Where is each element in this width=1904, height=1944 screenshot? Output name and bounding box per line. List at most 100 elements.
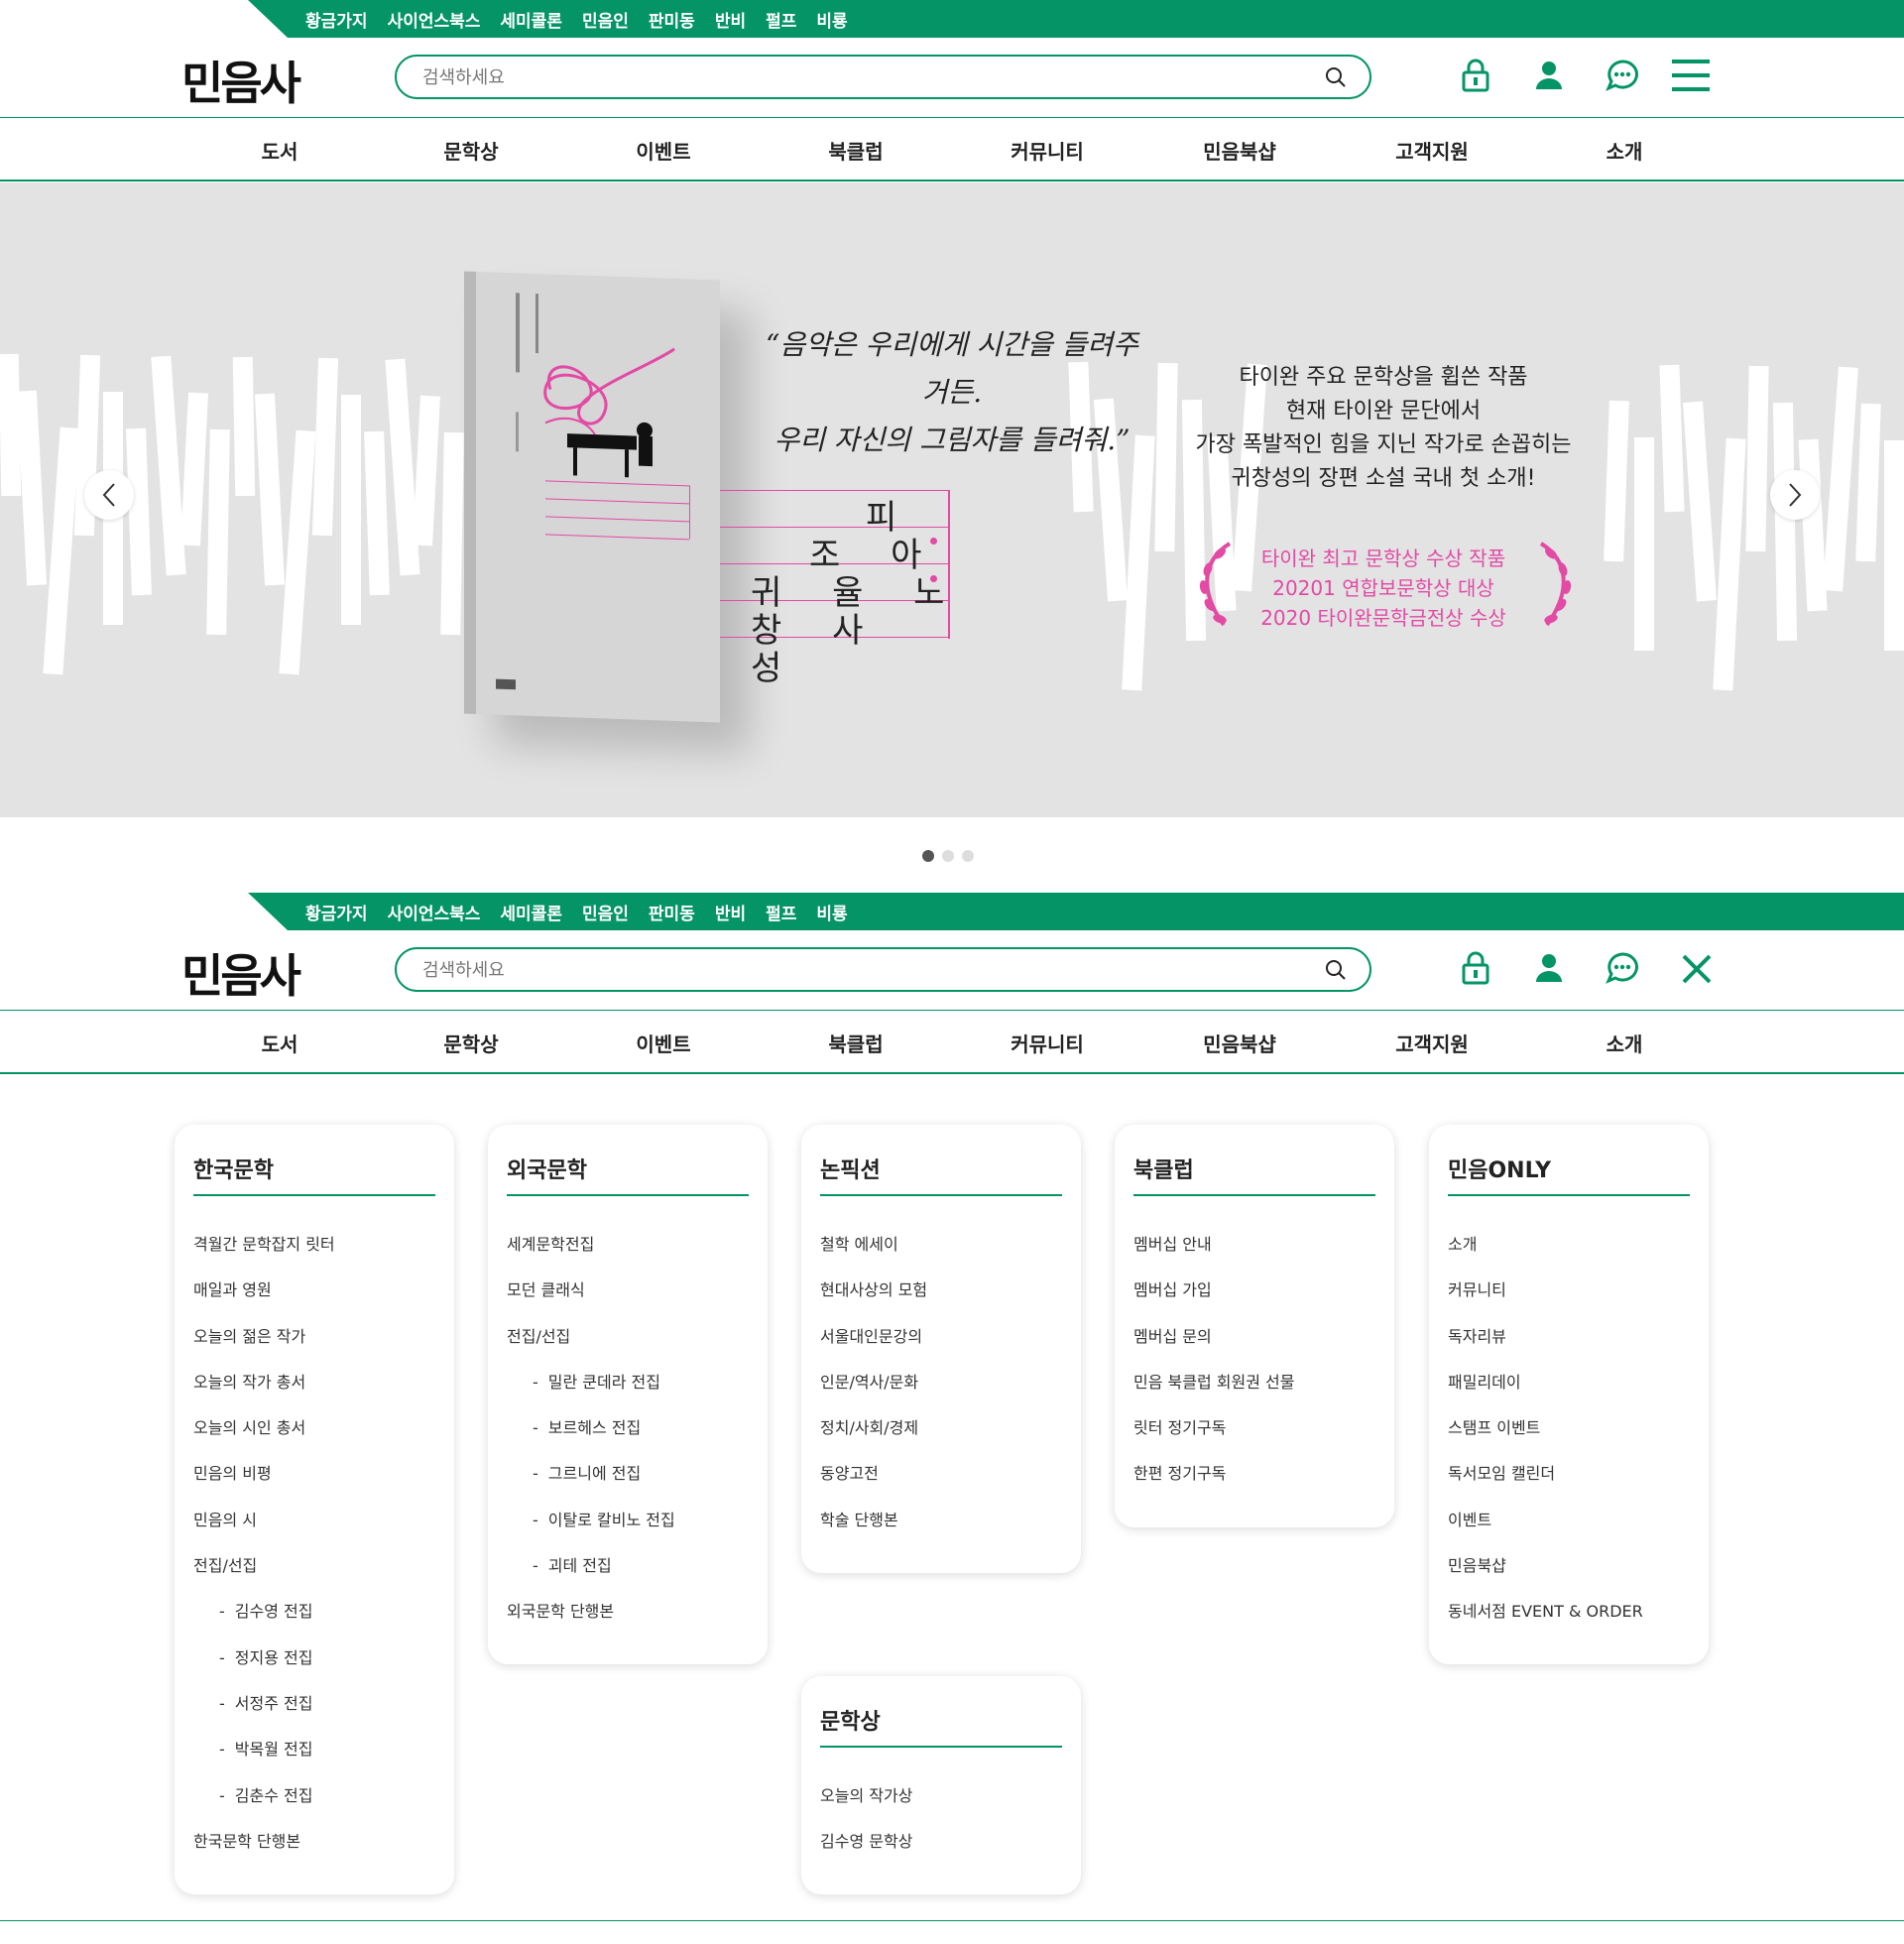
logo[interactable]: 민음사 <box>181 940 301 1006</box>
menu-item[interactable]: 민음 북클럽 회원권 선물 <box>1133 1373 1294 1419</box>
menu-item[interactable]: 소개 <box>1448 1235 1643 1281</box>
chat-icon[interactable] <box>1605 58 1640 93</box>
menu-subitem[interactable]: 김수영 전집 <box>193 1603 335 1648</box>
menu-category-title[interactable]: 북클럽 <box>1133 1153 1194 1184</box>
family-site-link[interactable]: 황금가지 <box>305 7 368 32</box>
family-site-link[interactable]: 사이언스북스 <box>388 7 481 32</box>
nav-item[interactable]: 문학상 <box>443 136 498 165</box>
menu-item[interactable]: 민음북샵 <box>1448 1557 1643 1603</box>
search-icon[interactable] <box>1324 65 1348 89</box>
menu-category-title[interactable]: 논픽션 <box>820 1153 881 1184</box>
menu-subitem[interactable]: 김춘수 전집 <box>193 1786 335 1833</box>
menu-item[interactable]: 외국문학 단행본 <box>507 1603 675 1648</box>
menu-item[interactable]: 김수영 문학상 <box>820 1833 912 1879</box>
search-input[interactable] <box>422 65 1295 89</box>
family-site-link[interactable]: 민음인 <box>582 900 629 924</box>
menu-subitem[interactable]: 보르헤스 전집 <box>507 1419 675 1465</box>
family-site-link[interactable]: 펄프 <box>766 7 796 32</box>
menu-item[interactable]: 정치/사회/경제 <box>820 1419 927 1465</box>
menu-item[interactable]: 패밀리데이 <box>1448 1373 1643 1419</box>
menu-category-title[interactable]: 문학상 <box>820 1704 881 1736</box>
nav-item[interactable]: 이벤트 <box>636 136 690 165</box>
nav-item[interactable]: 도서 <box>262 136 298 165</box>
menu-item[interactable]: 오늘의 작가 총서 <box>193 1373 335 1419</box>
menu-item[interactable]: 격월간 문학잡지 릿터 <box>193 1235 335 1281</box>
nav-item[interactable]: 민음북샵 <box>1203 136 1276 165</box>
family-site-link[interactable]: 황금가지 <box>305 900 368 924</box>
menu-item[interactable]: 세계문학전집 <box>507 1235 675 1281</box>
menu-item[interactable]: 인문/역사/문화 <box>820 1373 927 1419</box>
family-site-link[interactable]: 사이언스북스 <box>388 900 481 924</box>
family-site-link[interactable]: 반비 <box>715 900 746 924</box>
menu-item[interactable]: 오늘의 작가상 <box>820 1786 912 1833</box>
family-site-link[interactable]: 세미콜론 <box>500 7 562 32</box>
menu-item[interactable]: 이벤트 <box>1448 1511 1643 1557</box>
family-site-link[interactable]: 반비 <box>715 7 746 32</box>
menu-item[interactable]: 멤버십 가입 <box>1133 1281 1294 1327</box>
search-input[interactable] <box>422 958 1295 982</box>
menu-item[interactable]: 동네서점 EVENT & ORDER <box>1448 1603 1643 1648</box>
user-icon[interactable] <box>1531 58 1567 93</box>
menu-item[interactable]: 릿터 정기구독 <box>1133 1419 1294 1465</box>
nav-item[interactable]: 북클럽 <box>828 136 883 165</box>
menu-item[interactable]: 커뮤니티 <box>1448 1281 1643 1327</box>
hamburger-menu-icon[interactable] <box>1672 58 1710 93</box>
family-site-link[interactable]: 비룡 <box>816 7 847 32</box>
nav-item[interactable]: 커뮤니티 <box>1011 136 1084 165</box>
menu-item[interactable]: 오늘의 시인 총서 <box>193 1419 335 1465</box>
user-icon[interactable] <box>1531 950 1567 986</box>
menu-item[interactable]: 현대사상의 모험 <box>820 1281 927 1327</box>
nav-item[interactable]: 도서 <box>262 1029 298 1057</box>
book-cover-image[interactable] <box>464 271 720 723</box>
slide-dot[interactable] <box>922 850 934 862</box>
nav-item[interactable]: 커뮤니티 <box>1011 1029 1084 1057</box>
menu-item[interactable]: 오늘의 젊은 작가 <box>193 1327 335 1374</box>
family-site-link[interactable]: 판미동 <box>649 7 695 32</box>
family-site-link[interactable]: 민음인 <box>582 7 629 32</box>
family-site-link[interactable]: 세미콜론 <box>500 900 562 924</box>
slide-dot[interactable] <box>962 850 974 862</box>
nav-item[interactable]: 이벤트 <box>636 1029 690 1057</box>
menu-item[interactable]: 멤버십 문의 <box>1133 1327 1294 1374</box>
menu-item[interactable]: 전집/선집 <box>193 1557 335 1603</box>
menu-item[interactable]: 멤버십 안내 <box>1133 1235 1294 1281</box>
search-box[interactable] <box>395 55 1371 99</box>
menu-item[interactable]: 매일과 영원 <box>193 1281 335 1327</box>
menu-item[interactable]: 한편 정기구독 <box>1133 1465 1294 1511</box>
menu-item[interactable]: 민음의 시 <box>193 1511 335 1557</box>
nav-item[interactable]: 문학상 <box>443 1029 498 1057</box>
search-icon[interactable] <box>1324 958 1348 982</box>
menu-category-title[interactable]: 외국문학 <box>507 1153 587 1184</box>
prev-slide-button[interactable] <box>84 470 134 520</box>
menu-item[interactable]: 동양고전 <box>820 1465 927 1511</box>
family-site-link[interactable]: 비룡 <box>816 900 847 924</box>
nav-item[interactable]: 소개 <box>1606 1029 1643 1057</box>
menu-category-title[interactable]: 민음ONLY <box>1448 1153 1551 1184</box>
family-site-link[interactable]: 판미동 <box>649 900 695 924</box>
menu-item[interactable]: 독서모임 캘린더 <box>1448 1465 1643 1511</box>
next-slide-button[interactable] <box>1770 470 1820 520</box>
menu-subitem[interactable]: 서정주 전집 <box>193 1694 335 1741</box>
menu-item[interactable]: 전집/선집 <box>507 1327 675 1374</box>
menu-subitem[interactable]: 그르니에 전집 <box>507 1465 675 1511</box>
nav-item[interactable]: 북클럽 <box>828 1029 883 1057</box>
nav-item[interactable]: 소개 <box>1606 136 1643 165</box>
slide-dot[interactable] <box>942 850 954 862</box>
menu-item[interactable]: 서울대인문강의 <box>820 1327 927 1374</box>
menu-item[interactable]: 학술 단행본 <box>820 1511 927 1557</box>
menu-subitem[interactable]: 괴테 전집 <box>507 1557 675 1603</box>
search-box[interactable] <box>395 947 1371 992</box>
menu-item[interactable]: 스탬프 이벤트 <box>1448 1419 1643 1465</box>
menu-item[interactable]: 민음의 비평 <box>193 1465 335 1511</box>
menu-item[interactable]: 한국문학 단행본 <box>193 1832 335 1879</box>
menu-item[interactable]: 모던 클래식 <box>507 1281 675 1327</box>
menu-item[interactable]: 철학 에세이 <box>820 1235 927 1281</box>
chat-icon[interactable] <box>1605 950 1640 986</box>
menu-subitem[interactable]: 정지용 전집 <box>193 1648 335 1695</box>
family-site-link[interactable]: 펄프 <box>766 900 796 924</box>
menu-category-title[interactable]: 한국문학 <box>193 1153 274 1184</box>
nav-item[interactable]: 고객지원 <box>1395 1029 1469 1057</box>
lock-icon[interactable] <box>1458 58 1493 93</box>
nav-item[interactable]: 민음북샵 <box>1203 1029 1276 1057</box>
logo[interactable]: 민음사 <box>181 48 301 113</box>
